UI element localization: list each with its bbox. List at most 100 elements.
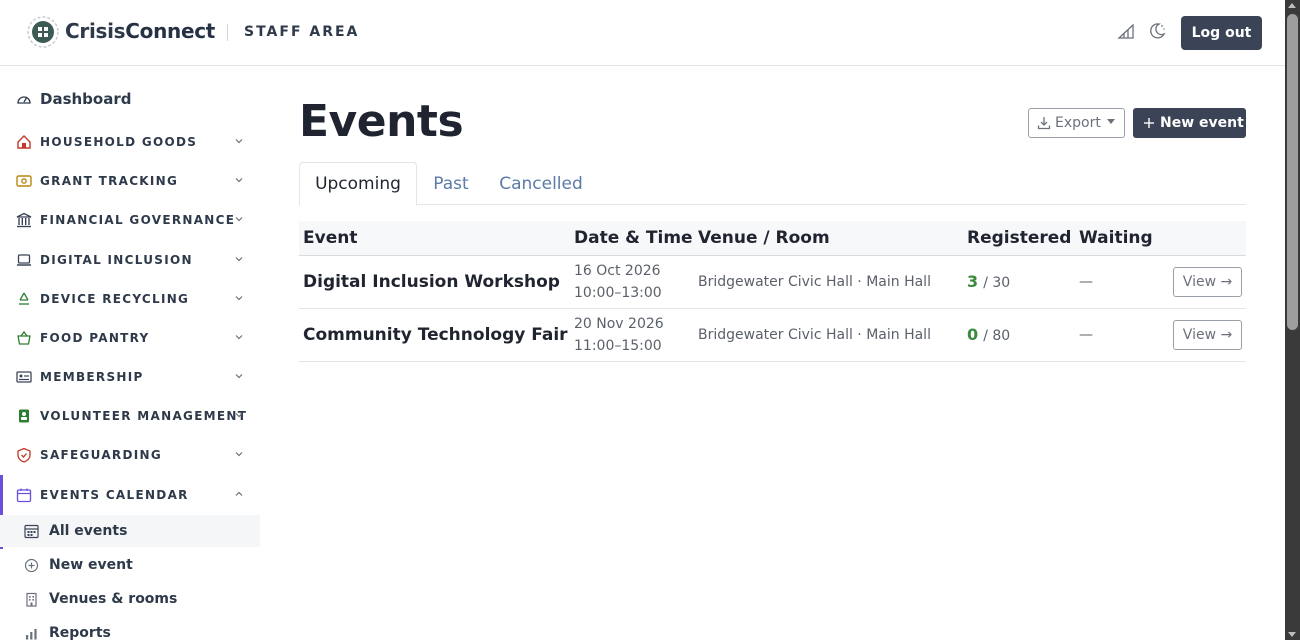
- sidebar-item-label: DIGITAL INCLUSION: [40, 253, 193, 267]
- view-event-button[interactable]: View →: [1173, 266, 1242, 297]
- sidebar-item-label: FINANCIAL GOVERNANCE: [40, 213, 236, 227]
- recycle-icon: [19, 292, 29, 305]
- logout-button[interactable]: Log out: [1181, 16, 1262, 50]
- new-event-label: New event: [1160, 115, 1244, 131]
- scroll-down-arrow-icon[interactable]: [1288, 632, 1296, 637]
- sidebar-subitem-label: New event: [49, 557, 133, 573]
- sidebar-item-household-goods[interactable]: HOUSEHOLD GOODS: [0, 127, 260, 157]
- column-header-date-time[interactable]: Date & Time: [570, 221, 694, 256]
- sidebar-subitem-label: Venues & rooms: [49, 591, 178, 607]
- sidebar-item-label: GRANT TRACKING: [40, 174, 179, 188]
- column-header-venue-room[interactable]: Venue / Room: [694, 221, 963, 256]
- chevron-down-icon: [235, 217, 243, 222]
- event-venue: Bridgewater Civic Hall · Main Hall: [694, 255, 963, 309]
- sidebar-item-grant-tracking[interactable]: GRANT TRACKING: [0, 166, 260, 196]
- theme-toggle-icon[interactable]: [1148, 22, 1166, 40]
- tab-past[interactable]: Past: [417, 162, 485, 205]
- sidebar-item-events-calendar[interactable]: EVENTS CALENDAR: [0, 480, 260, 510]
- registered-count: 3: [967, 272, 979, 291]
- event-name[interactable]: Digital Inclusion Workshop: [303, 272, 560, 292]
- tab-upcoming[interactable]: Upcoming: [299, 162, 417, 206]
- basket-icon: [17, 330, 31, 345]
- scroll-up-arrow-icon[interactable]: [1288, 3, 1296, 8]
- sidebar-subitem-label: Reports: [49, 625, 111, 640]
- page-title: Events: [299, 96, 464, 147]
- volunteer-icon: [19, 409, 29, 423]
- card-icon: [16, 371, 32, 383]
- sidebar-item-safeguarding[interactable]: SAFEGUARDING: [0, 440, 260, 470]
- bank-icon: [16, 212, 32, 228]
- export-label: Export: [1055, 115, 1101, 131]
- sidebar-item-label: FOOD PANTRY: [40, 331, 150, 345]
- sidebar-subitem-label: All events: [49, 523, 128, 539]
- sidebar-item-membership[interactable]: MEMBERSHIP: [0, 362, 260, 392]
- waiting-count: —: [1075, 308, 1169, 362]
- column-header-waiting[interactable]: Waiting: [1075, 221, 1169, 256]
- chevron-up-icon: [235, 491, 243, 496]
- sidebar-item-food-pantry[interactable]: FOOD PANTRY: [0, 323, 260, 353]
- chevron-down-icon: [235, 452, 243, 457]
- sidebar-item-label: MEMBERSHIP: [40, 370, 144, 384]
- column-header-event[interactable]: Event: [299, 221, 570, 256]
- brand-name-part2: Connect: [125, 19, 216, 43]
- dashboard-label: Dashboard: [40, 90, 132, 108]
- dashboard-gauge-icon: [17, 96, 31, 104]
- events-table: Event Date & Time Venue / Room Registere…: [299, 221, 1246, 362]
- column-header-registered[interactable]: Registered: [963, 221, 1075, 256]
- tab-cancelled[interactable]: Cancelled: [485, 162, 597, 205]
- sidebar: Dashboard HOUSEHOLD GOODS GRANT TRACKING…: [0, 67, 260, 640]
- sidebar-item-financial-governance[interactable]: FINANCIAL GOVERNANCE: [0, 205, 260, 235]
- sidebar-dashboard-link[interactable]: Dashboard: [0, 85, 260, 113]
- event-time: 10:00–13:00: [574, 284, 662, 301]
- top-header: CrisisConnect STAFF AREA Log out: [0, 0, 1285, 66]
- sidebar-item-volunteer-management[interactable]: VOLUNTEER MANAGEMENT: [0, 401, 260, 431]
- sidebar-subitem-new-event[interactable]: New event: [0, 549, 260, 581]
- header-divider: [227, 24, 228, 41]
- scroll-thumb[interactable]: [1287, 14, 1298, 330]
- page-scrollbar[interactable]: [1285, 0, 1300, 640]
- event-time: 11:00–15:00: [574, 337, 662, 354]
- chevron-down-icon: [235, 178, 243, 183]
- brand-name-part1: Crisis: [65, 19, 126, 43]
- chevron-down-icon: [235, 296, 243, 301]
- event-date: 20 Nov 2026: [574, 315, 664, 332]
- sidebar-item-device-recycling[interactable]: DEVICE RECYCLING: [0, 284, 260, 314]
- sidebar-subitem-all-events[interactable]: All events: [0, 515, 260, 547]
- new-event-button[interactable]: New event: [1133, 108, 1246, 138]
- chevron-down-icon: [235, 374, 243, 379]
- table-header-row: Event Date & Time Venue / Room Registere…: [299, 221, 1246, 256]
- sidebar-item-digital-inclusion[interactable]: DIGITAL INCLUSION: [0, 245, 260, 275]
- sidebar-item-label: SAFEGUARDING: [40, 448, 162, 462]
- sidebar-item-label: EVENTS CALENDAR: [40, 488, 189, 502]
- bar-chart-icon: [26, 628, 37, 639]
- download-icon: [1037, 117, 1051, 130]
- chevron-down-icon: [235, 413, 243, 418]
- sidebar-item-label: DEVICE RECYCLING: [40, 292, 190, 306]
- column-header-actions: [1169, 221, 1246, 256]
- sidebar-subitem-venues-rooms[interactable]: Venues & rooms: [0, 583, 260, 615]
- event-tabs: Upcoming Past Cancelled: [299, 162, 1246, 206]
- table-row: Community Technology Fair 20 Nov 2026 11:…: [299, 308, 1246, 362]
- brand-name[interactable]: CrisisConnect: [65, 19, 215, 43]
- waiting-count: —: [1075, 255, 1169, 309]
- chart-icon[interactable]: [1117, 22, 1135, 40]
- plus-icon: [1144, 118, 1154, 128]
- view-event-button[interactable]: View →: [1173, 319, 1242, 350]
- calendar-icon: [16, 488, 32, 503]
- export-dropdown-button[interactable]: Export: [1028, 108, 1125, 138]
- chevron-down-icon: [235, 139, 243, 144]
- crisisconnect-logo-icon[interactable]: [26, 15, 60, 49]
- chevron-down-icon: [235, 335, 243, 340]
- registered-count: 0: [967, 325, 979, 344]
- event-venue: Bridgewater Civic Hall · Main Hall: [694, 308, 963, 362]
- sidebar-item-label: HOUSEHOLD GOODS: [40, 135, 198, 149]
- staff-area-label: STAFF AREA: [244, 24, 360, 40]
- shield-icon: [17, 447, 31, 463]
- building-icon: [26, 592, 37, 607]
- laptop-icon: [17, 254, 31, 266]
- caret-down-icon: [1106, 118, 1115, 124]
- table-row: Digital Inclusion Workshop 16 Oct 2026 10…: [299, 255, 1246, 309]
- event-name[interactable]: Community Technology Fair: [303, 325, 568, 345]
- sidebar-subitem-reports[interactable]: Reports: [0, 617, 260, 640]
- event-date: 16 Oct 2026: [574, 262, 661, 279]
